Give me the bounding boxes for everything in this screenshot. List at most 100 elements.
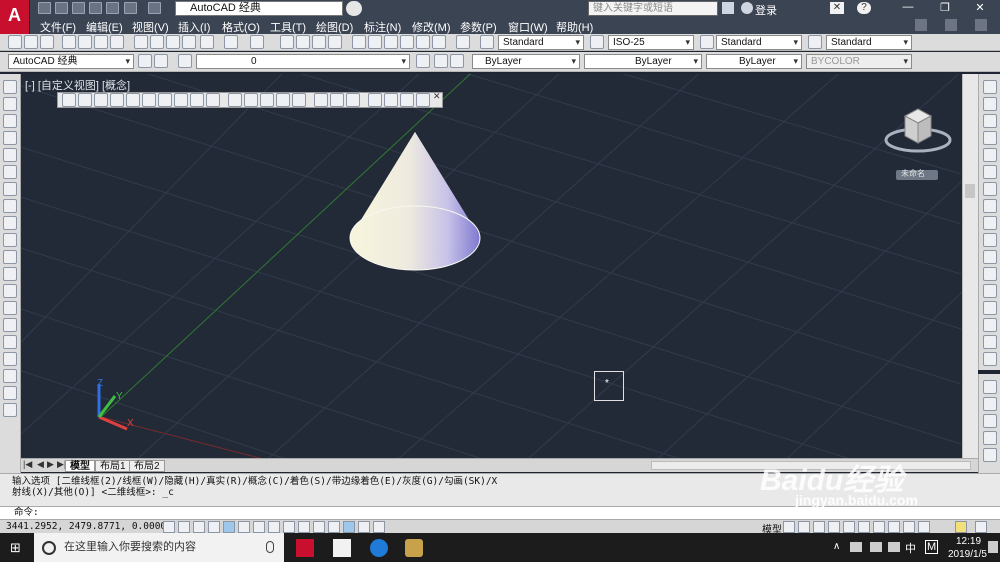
dim-style-dropdown[interactable]: ISO-25 [608,35,694,50]
menu-window[interactable]: 窗口(W) [508,19,548,35]
bring-to-front-icon[interactable] [983,380,997,394]
linetype-dropdown[interactable]: ByLayer [584,54,702,69]
workspace-switching-icon[interactable] [858,521,870,533]
window-minimize-icon[interactable] [915,19,927,31]
workspace-dropdown-secondary[interactable]: AutoCAD 经典 [8,54,134,69]
region-icon[interactable] [3,352,17,366]
qnew-icon[interactable] [8,35,22,49]
send-under-icon[interactable] [983,431,997,445]
join-icon[interactable] [983,301,997,315]
notification-center-icon[interactable] [988,541,998,553]
sheet-set-icon[interactable] [400,35,414,49]
undo-icon[interactable] [224,35,238,49]
quick-view-layouts-icon[interactable] [783,521,795,533]
toolbar-lock-icon[interactable] [154,54,168,68]
extrude-icon[interactable] [228,93,242,107]
line-icon[interactable] [3,80,17,94]
copy-object-icon[interactable] [983,97,997,111]
status-notification-icon[interactable] [955,521,967,533]
layer-previous-icon[interactable] [434,54,448,68]
3d-array-icon[interactable] [416,93,430,107]
make-block-icon[interactable] [3,284,17,298]
tab-layout1[interactable]: 布局1 [95,460,131,472]
layer-states-icon[interactable] [450,54,464,68]
copy-icon[interactable] [150,35,164,49]
text-to-front-icon[interactable] [983,448,997,462]
customization-icon[interactable] [975,521,987,533]
planar-surface-icon[interactable] [206,93,220,107]
extend-icon[interactable] [983,250,997,264]
spline-icon[interactable] [3,216,17,230]
quickcalc-icon[interactable] [432,35,446,49]
open-file-icon[interactable] [55,2,68,14]
menu-parametric[interactable]: 参数(P) [460,19,497,35]
sweep-icon[interactable] [260,93,274,107]
restore-button[interactable]: ❐ [935,1,955,16]
annotation-visibility-icon[interactable] [828,521,840,533]
plot-icon[interactable] [62,35,76,49]
object-snap-icon[interactable] [238,521,250,533]
tray-chevron-icon[interactable]: ∧ [833,541,840,552]
redo-icon[interactable] [250,35,264,49]
clean-screen-icon[interactable] [918,521,930,533]
fillet-icon[interactable] [983,335,997,349]
vertical-scrollbar[interactable] [962,74,978,458]
menu-dimension[interactable]: 标注(N) [364,19,401,35]
dynamic-ucs-icon[interactable] [283,521,295,533]
sphere-icon[interactable] [126,93,140,107]
hardware-acceleration-icon[interactable] [888,521,900,533]
add-selected-icon[interactable] [3,403,17,417]
tab-model[interactable]: 模型 [65,460,95,472]
microphone-icon[interactable] [266,541,274,553]
exchange-icon[interactable]: ✕ [830,2,844,14]
close-toolbar-icon[interactable]: ✕ [433,91,441,102]
3d-align-icon[interactable] [400,93,414,107]
object-snap-tracking-icon[interactable] [268,521,280,533]
break-icon[interactable] [983,284,997,298]
insert-block-icon[interactable] [3,267,17,281]
bring-above-icon[interactable] [983,414,997,428]
selection-cycling-icon[interactable] [358,521,370,533]
transparency-icon[interactable] [328,521,340,533]
union-icon[interactable] [314,93,328,107]
coordinate-readout[interactable]: 3441.2952, 2479.8771, 0.0000 [6,521,166,532]
tool-palettes-icon[interactable] [384,35,398,49]
cylinder-icon[interactable] [142,93,156,107]
loft-icon[interactable] [292,93,306,107]
help-icon[interactable] [456,35,470,49]
annotation-scale-icon[interactable] [813,521,825,533]
helix-icon[interactable] [190,93,204,107]
binoculars-icon[interactable] [722,2,734,14]
zoom-realtime-icon[interactable] [296,35,310,49]
stretch-icon[interactable] [983,216,997,230]
trim-icon[interactable] [983,233,997,247]
workspace-settings-icon[interactable] [138,54,152,68]
menu-help[interactable]: 帮助(H) [556,19,593,35]
tab-scroll-first-icon[interactable]: |◀ [23,459,32,470]
grid-display-icon[interactable] [193,521,205,533]
erase-icon[interactable] [983,80,997,94]
network-icon[interactable] [850,542,862,552]
paste-icon[interactable] [166,35,180,49]
3d-move-icon[interactable] [368,93,382,107]
workspace-dropdown[interactable]: AutoCAD 经典 [175,1,343,16]
quick-properties-icon[interactable] [343,521,355,533]
markup-icon[interactable] [416,35,430,49]
revision-cloud-icon[interactable] [3,199,17,213]
text-style-dropdown[interactable]: Standard [498,35,584,50]
tab-scroll-next-icon[interactable]: ▶ [47,459,54,470]
hatch-icon[interactable] [3,318,17,332]
circle-icon[interactable] [3,182,17,196]
multileader-style-dropdown[interactable]: Standard [826,35,912,50]
lock-ui-icon[interactable] [873,521,885,533]
match-properties-icon[interactable] [182,35,196,49]
3d-object-snap-icon[interactable] [253,521,265,533]
properties-icon[interactable] [352,35,366,49]
annotation-monitor-icon[interactable] [373,521,385,533]
viewport-controls-label[interactable]: [-] [自定义视图] [概念] [25,77,130,93]
mirror-icon[interactable] [983,114,997,128]
multiline-text-icon[interactable] [3,386,17,400]
ortho-mode-icon[interactable] [208,521,220,533]
menu-format[interactable]: 格式(O) [222,19,260,35]
send-to-back-icon[interactable] [983,397,997,411]
